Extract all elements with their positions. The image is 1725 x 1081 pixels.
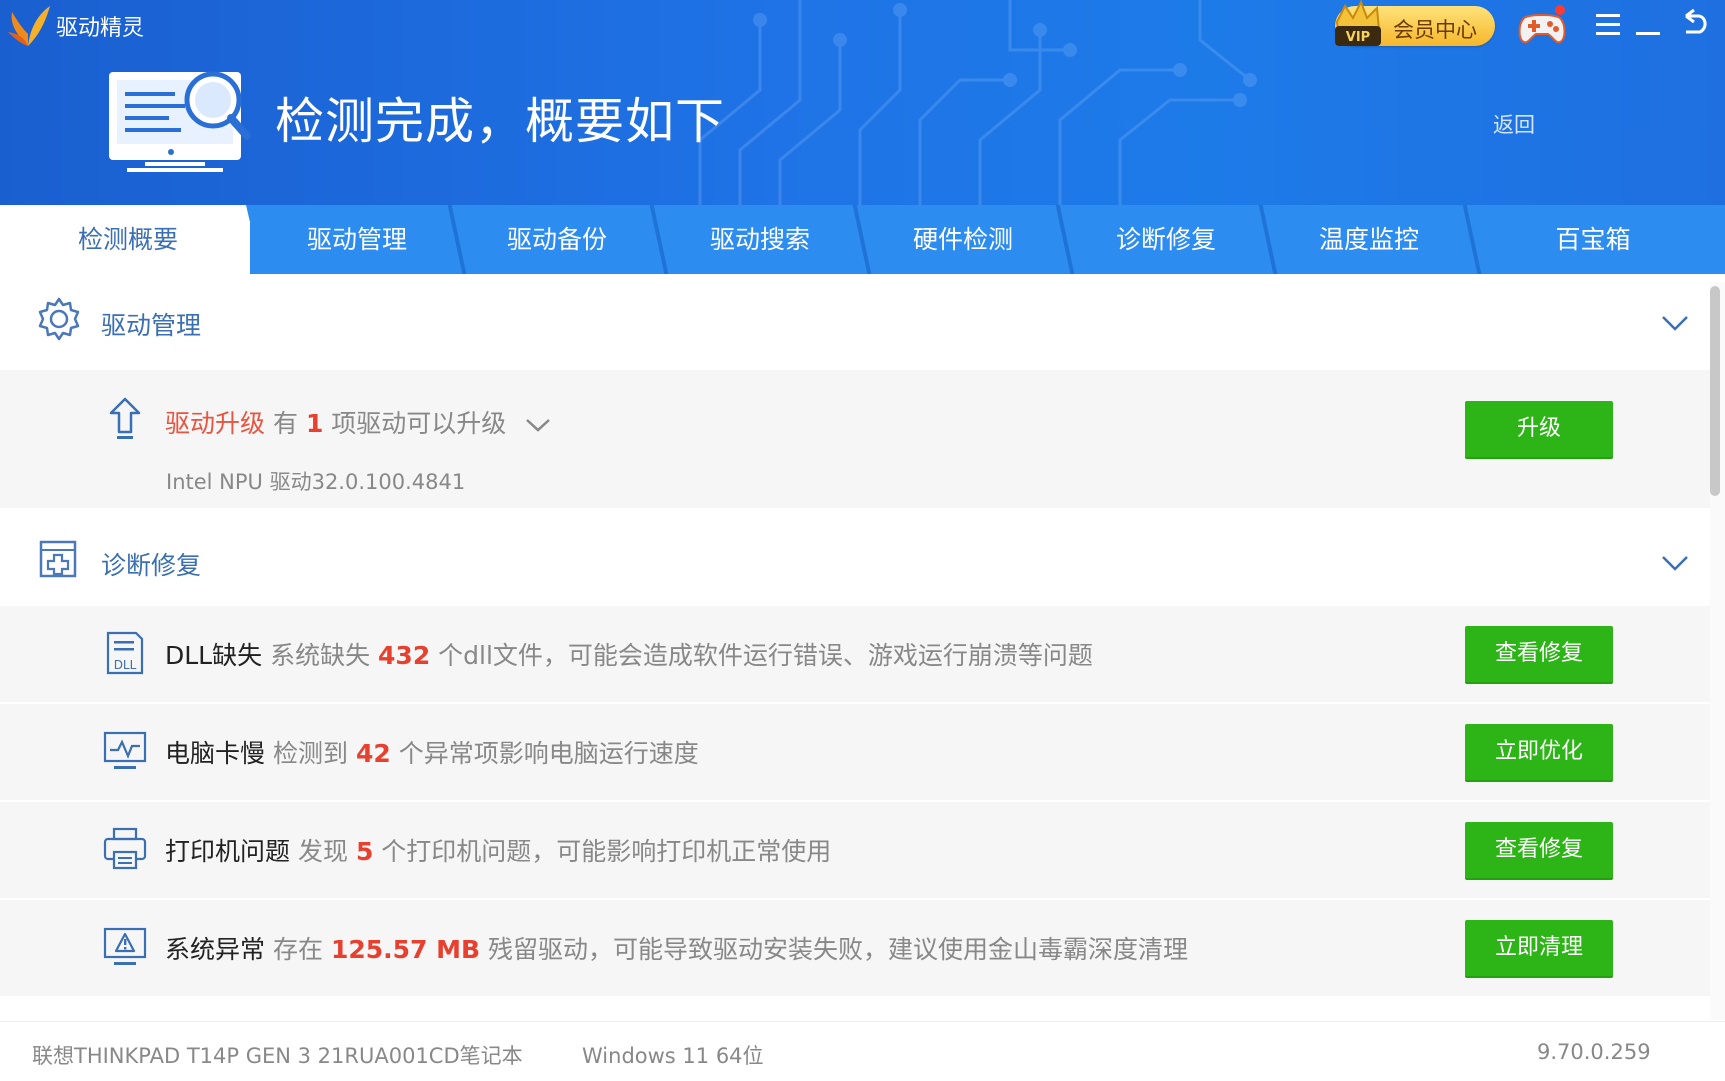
header-banner: 驱动精灵 VIP 会员中心 检测完成，概要如下 返回 (0, 0, 1725, 205)
diagnose-repair-section-header[interactable]: 诊断修复 (0, 510, 1710, 606)
printer-view-repair-button[interactable]: 查看修复 (1465, 822, 1613, 880)
driver-management-section-header[interactable]: 驱动管理 (0, 274, 1710, 370)
slow-pc-suffix: 个异常项影响电脑运行速度 (398, 739, 699, 768)
printer-label: 打印机问题 (165, 837, 291, 866)
printer-prefix: 发现 (297, 837, 348, 866)
minimize-icon[interactable] (1630, 6, 1666, 42)
tab-overview[interactable]: 检测概要 (0, 205, 256, 274)
system-exception-prefix: 存在 (272, 935, 323, 964)
printer-suffix: 个打印机问题，可能影响打印机正常使用 (381, 837, 832, 866)
app-version: 9.70.0.259 (1537, 1040, 1651, 1064)
slow-pc-label: 电脑卡慢 (165, 739, 266, 768)
optimize-now-button[interactable]: 立即优化 (1465, 724, 1613, 782)
section-title-diagnose-repair: 诊断修复 (101, 551, 202, 580)
dll-file-icon: DLL (106, 631, 144, 675)
section-title-driver-management: 驱动管理 (101, 311, 202, 340)
vertical-scrollbar-thumb[interactable] (1710, 286, 1720, 496)
system-exception-label: 系统异常 (165, 935, 266, 964)
vip-badge-text: VIP (1346, 30, 1370, 45)
driver-upgrade-row: 驱动升级 有 1 项驱动可以升级 Intel NPU 驱动32.0.100.48… (0, 370, 1710, 510)
os-info: Windows 11 64位 (582, 1044, 764, 1068)
vip-center-button[interactable]: VIP 会员中心 (1335, 0, 1495, 46)
dll-prefix: 系统缺失 (270, 641, 371, 670)
gamepad-icon[interactable] (1516, 4, 1568, 48)
app-title: 驱动精灵 (56, 16, 145, 41)
overview-content: 驱动管理 驱动升级 有 1 项驱动可以升级 Intel NPU 驱动32.0.1… (0, 274, 1710, 1021)
status-footer: 联想THINKPAD T14P GEN 3 21RUA001CD笔记本 Wind… (0, 1021, 1725, 1081)
dll-label: DLL缺失 (165, 641, 263, 670)
repair-item-system-exception: 系统异常 存在 125.57 MB 残留驱动，可能导致驱动安装失败，建议使用金山… (0, 900, 1710, 998)
system-exception-suffix: 残留驱动，可能导致驱动安装失败，建议使用金山毒霸深度清理 (488, 935, 1189, 964)
driver-upgrade-summary: 驱动升级 有 1 项驱动可以升级 (165, 404, 552, 440)
tab-toolbox[interactable]: 百宝箱 (1478, 205, 1708, 274)
dll-icon-text: DLL (114, 658, 137, 672)
warning-monitor-icon (103, 927, 147, 965)
driver-upgrade-detail: Intel NPU 驱动32.0.100.4841 (166, 470, 466, 494)
system-exception-summary: 系统异常 存在 125.57 MB 残留驱动，可能导致驱动安装失败，建议使用金山… (165, 930, 1188, 966)
printer-summary: 打印机问题 发现 5 个打印机问题，可能影响打印机正常使用 (165, 832, 831, 868)
driver-upgrade-prefix: 有 (272, 409, 298, 438)
clean-now-button[interactable]: 立即清理 (1465, 920, 1613, 978)
dll-summary: DLL缺失 系统缺失 432 个dll文件，可能会造成软件运行错误、游戏运行崩溃… (165, 636, 1093, 672)
monitor-scan-icon (109, 71, 251, 172)
driver-upgrade-label: 驱动升级 (165, 409, 266, 438)
chevron-down-icon[interactable] (1660, 314, 1690, 332)
tab-temperature-monitor[interactable]: 温度监控 (1274, 205, 1464, 274)
tab-driver-backup[interactable]: 驱动备份 (462, 205, 652, 274)
vip-center-label: 会员中心 (1393, 18, 1477, 42)
dll-count: 432 (378, 641, 431, 670)
monitor-pulse-icon (103, 731, 147, 769)
driver-upgrade-suffix: 项驱动可以升级 (331, 409, 507, 438)
repair-item-dll: DLL DLL缺失 系统缺失 432 个dll文件，可能会造成软件运行错误、游戏… (0, 606, 1710, 704)
repair-icon (39, 540, 77, 578)
tab-hardware-detect[interactable]: 硬件检测 (868, 205, 1058, 274)
upgrade-button[interactable]: 升级 (1465, 401, 1613, 459)
gear-icon (38, 297, 80, 341)
slow-pc-prefix: 检测到 (272, 739, 348, 768)
repair-item-slow-pc: 电脑卡慢 检测到 42 个异常项影响电脑运行速度 立即优化 (0, 704, 1710, 802)
printer-icon (103, 827, 147, 870)
repair-item-printer: 打印机问题 发现 5 个打印机问题，可能影响打印机正常使用 查看修复 (0, 802, 1710, 900)
app-logo-icon (8, 6, 50, 46)
system-exception-size: 125.57 MB (330, 935, 481, 964)
device-model: 联想THINKPAD T14P GEN 3 21RUA001CD笔记本 (32, 1044, 523, 1068)
main-tab-bar: 检测概要 驱动管理 驱动备份 驱动搜索 硬件检测 诊断修复 温度监控 百宝箱 (0, 205, 1725, 274)
tab-driver-management[interactable]: 驱动管理 (262, 205, 452, 274)
printer-count: 5 (355, 837, 374, 866)
upload-arrow-icon (109, 397, 141, 439)
slow-pc-count: 42 (355, 739, 391, 768)
driver-upgrade-count: 1 (305, 409, 324, 438)
slow-pc-summary: 电脑卡慢 检测到 42 个异常项影响电脑运行速度 (165, 734, 699, 770)
hero-title: 检测完成，概要如下 (275, 93, 726, 150)
expand-chevron-icon[interactable] (524, 417, 552, 433)
dll-suffix: 个dll文件，可能会造成软件运行错误、游戏运行崩溃等问题 (438, 641, 1093, 670)
menu-icon[interactable] (1590, 6, 1626, 42)
chevron-down-icon[interactable] (1660, 554, 1690, 572)
close-return-icon[interactable] (1676, 6, 1712, 42)
back-link[interactable]: 返回 (1493, 109, 1535, 139)
dll-view-repair-button[interactable]: 查看修复 (1465, 626, 1613, 684)
tab-driver-search[interactable]: 驱动搜索 (665, 205, 855, 274)
vip-crown-icon: VIP (1335, 0, 1381, 46)
tab-diagnose-repair[interactable]: 诊断修复 (1071, 205, 1261, 274)
